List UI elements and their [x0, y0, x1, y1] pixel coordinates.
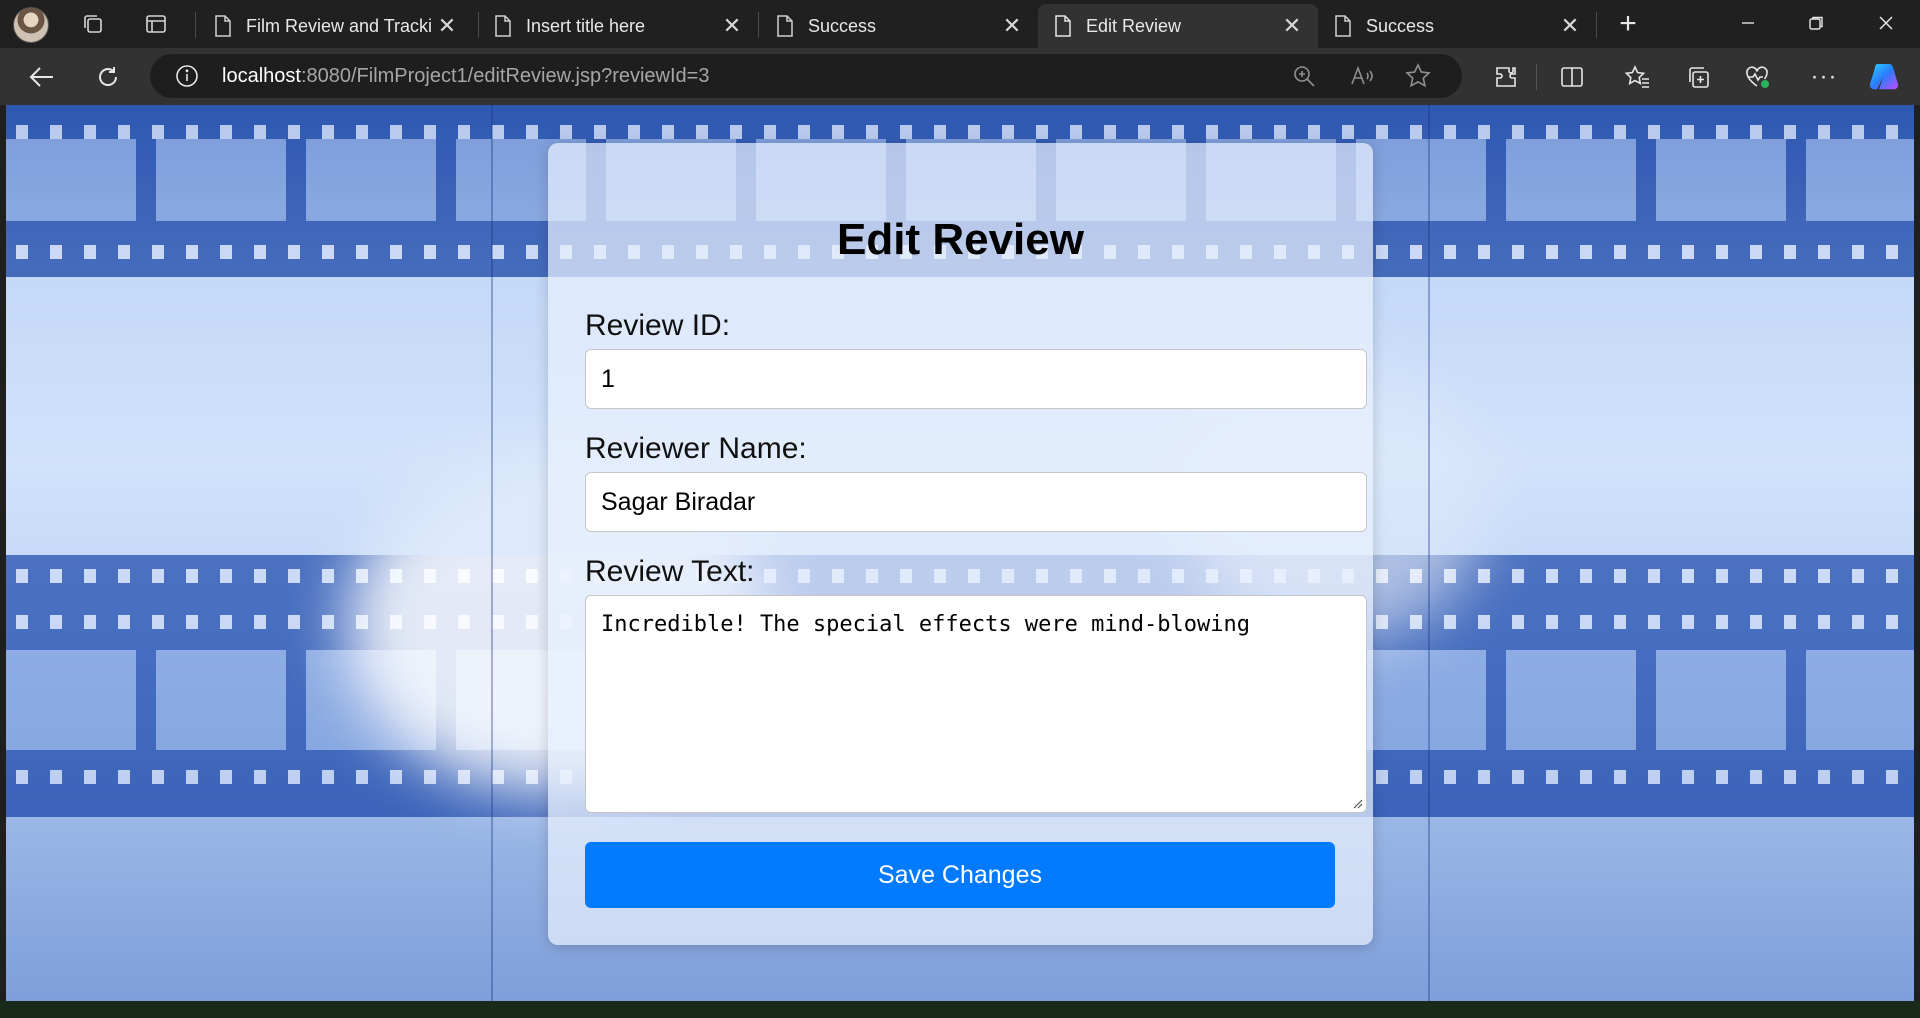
workspaces-icon[interactable]: [75, 8, 111, 40]
resize-handle-icon[interactable]: [1351, 797, 1363, 809]
restore-button[interactable]: [1782, 0, 1850, 46]
close-icon[interactable]: ✕: [1278, 12, 1306, 40]
review-id-value: 1: [601, 365, 615, 393]
tab-edit-review[interactable]: Edit Review ✕: [1038, 4, 1318, 48]
browser-essentials-icon[interactable]: [1738, 59, 1778, 95]
copilot-icon[interactable]: [1864, 59, 1904, 95]
site-info-icon[interactable]: [175, 64, 199, 88]
close-icon[interactable]: ✕: [718, 12, 746, 40]
tab-title: Film Review and Trackir: [246, 15, 433, 36]
tab-title: Success: [808, 15, 877, 36]
minimize-button[interactable]: [1714, 0, 1782, 46]
back-button[interactable]: [22, 59, 62, 95]
url-path: :8080/FilmProject1/editReview.jsp?review…: [300, 65, 710, 87]
page-title: Edit Review: [837, 215, 1084, 264]
page-viewport: Edit Review Review ID: 1 Reviewer Name: …: [6, 105, 1914, 1001]
reviewer-name-input[interactable]: Sagar Biradar: [585, 472, 1367, 532]
browser-toolbar: localhost:8080/FilmProject1/editReview.j…: [0, 48, 1920, 105]
close-icon[interactable]: ✕: [433, 12, 461, 40]
read-aloud-icon[interactable]: [1350, 64, 1376, 88]
vertical-tabs-icon[interactable]: [138, 8, 174, 40]
extensions-icon[interactable]: [1486, 59, 1526, 95]
page-icon: [777, 15, 793, 37]
page-icon: [215, 15, 231, 37]
tab-insert-title[interactable]: Insert title here ✕: [478, 4, 758, 48]
more-menu-icon[interactable]: ···: [1804, 59, 1844, 95]
address-bar[interactable]: localhost:8080/FilmProject1/editReview.j…: [150, 54, 1462, 98]
collections-icon[interactable]: [1678, 59, 1718, 95]
tab-film-review[interactable]: Film Review and Trackir ✕: [198, 4, 473, 48]
browser-tab-bar: Film Review and Trackir ✕ Insert title h…: [0, 0, 1920, 48]
review-text-label: Review Text:: [585, 555, 755, 588]
profile-avatar[interactable]: [13, 7, 49, 43]
zoom-icon[interactable]: [1292, 64, 1316, 88]
tab-success-1[interactable]: Success ✕: [760, 4, 1038, 48]
close-icon[interactable]: ✕: [998, 12, 1026, 40]
refresh-button[interactable]: [88, 59, 128, 95]
reviewer-name-label: Reviewer Name:: [585, 432, 807, 465]
url-text[interactable]: localhost:8080/FilmProject1/editReview.j…: [222, 65, 709, 88]
split-screen-icon[interactable]: [1552, 59, 1592, 95]
close-icon[interactable]: ✕: [1556, 12, 1584, 40]
taskbar-edge: [0, 1001, 1920, 1018]
close-window-button[interactable]: [1852, 0, 1920, 46]
favorites-icon[interactable]: [1618, 59, 1658, 95]
edit-review-form: Edit Review Review ID: 1 Reviewer Name: …: [548, 143, 1373, 945]
review-text-textarea[interactable]: Incredible! The special effects were min…: [585, 595, 1367, 813]
review-text-value: Incredible! The special effects were min…: [601, 612, 1251, 637]
tab-title: Success: [1366, 15, 1435, 36]
new-tab-button[interactable]: +: [1610, 7, 1646, 40]
page-icon: [1055, 15, 1071, 37]
url-host: localhost: [222, 65, 301, 87]
save-changes-button[interactable]: Save Changes: [585, 842, 1335, 908]
reviewer-name-value: Sagar Biradar: [601, 488, 756, 516]
favorite-star-icon[interactable]: [1405, 63, 1431, 89]
tab-title: Edit Review: [1086, 15, 1182, 36]
tab-title: Insert title here: [526, 15, 646, 36]
page-icon: [1335, 15, 1351, 37]
review-id-label: Review ID:: [585, 309, 731, 342]
page-icon: [495, 15, 511, 37]
tab-success-2[interactable]: Success ✕: [1318, 4, 1596, 48]
review-id-input[interactable]: 1: [585, 349, 1367, 409]
